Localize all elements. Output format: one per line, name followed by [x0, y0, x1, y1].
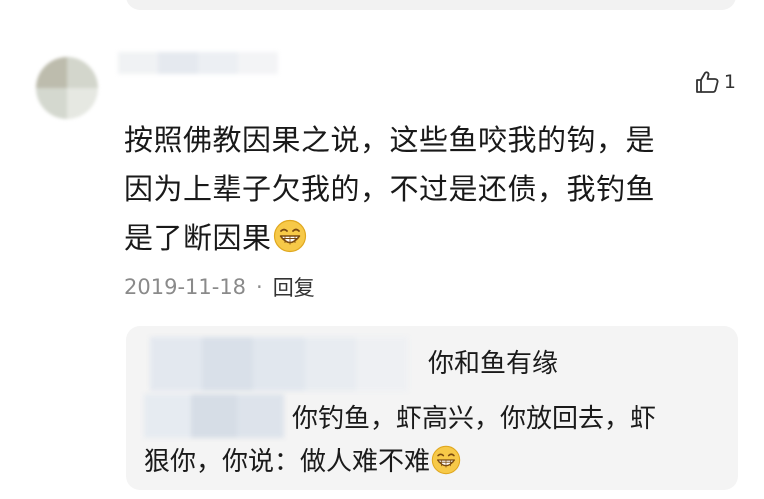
comment-date: 2019-11-18	[124, 275, 247, 299]
reply-button[interactable]: 回复	[273, 272, 315, 302]
previous-comment-card	[126, 0, 736, 10]
comment-line-3: 是了断因果	[124, 214, 724, 263]
reply-text-3: 狠你，你说：做人难不难	[144, 441, 461, 478]
avatar[interactable]	[36, 57, 98, 119]
grinning-face-emoji-icon	[273, 219, 306, 253]
like-button[interactable]: 1	[694, 70, 736, 94]
meta-separator: ·	[256, 275, 263, 299]
comment-line-1: 按照佛教因果之说，这些鱼咬我的钩，是	[124, 123, 656, 157]
reply-text-3-content: 狠你，你说：做人难不难	[144, 447, 431, 477]
reply-username-blurred-2[interactable]	[144, 394, 285, 438]
reply-text-2: 你钓鱼，虾高兴，你放回去，虾	[292, 404, 657, 434]
reply-username-blurred[interactable]	[150, 337, 408, 391]
comment-line-3-text: 是了断因果	[124, 221, 272, 255]
grinning-face-emoji-icon	[431, 445, 461, 475]
comment-line-2: 因为上辈子欠我的，不过是还债，我钓鱼	[124, 172, 656, 206]
reply-text-1: 你和鱼有缘	[428, 349, 559, 379]
like-count: 1	[723, 71, 736, 93]
comment-meta: 2019-11-18 · 回复	[124, 272, 315, 302]
username-blurred[interactable]	[118, 52, 278, 74]
thumbs-up-icon	[696, 71, 719, 93]
comment-text: 按照佛教因果之说，这些鱼咬我的钩，是 因为上辈子欠我的，不过是还债，我钓鱼 是了…	[124, 116, 724, 263]
